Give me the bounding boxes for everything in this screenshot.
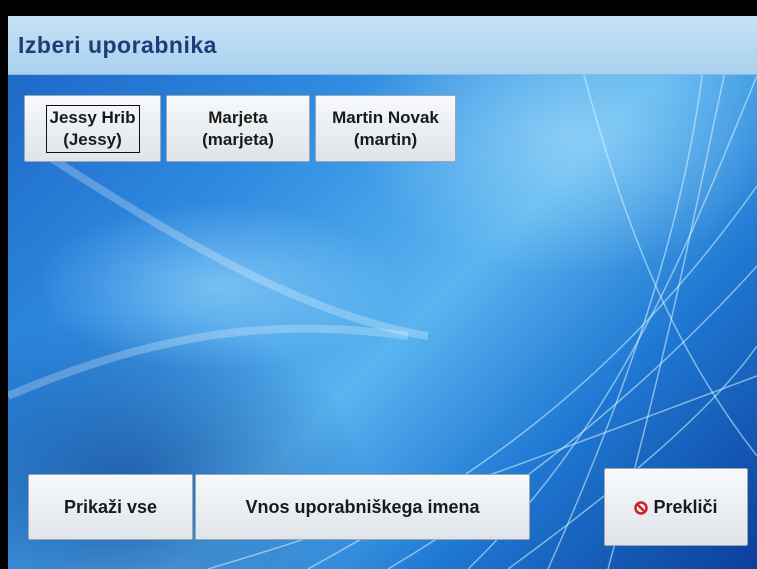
user-label-marjeta: Marjeta (marjeta) [198, 105, 278, 153]
user-name: Jessy Hrib [49, 107, 136, 127]
page-title: Izberi uporabnika [18, 32, 217, 58]
enter-username-button[interactable]: Vnos uporabniškega imena [195, 474, 530, 540]
user-label-jessy: Jessy Hrib (Jessy) [45, 104, 140, 153]
cancel-label: Prekliči [653, 497, 718, 517]
title-bar: Izberi uporabnika [8, 16, 757, 75]
user-name: Martin Novak [332, 107, 439, 127]
user-button-martin[interactable]: Martin Novak (martin) [315, 95, 456, 162]
login-screen: Izberi uporabnika Jessy Hrib (Jessy) Mar… [8, 16, 757, 569]
user-label-martin: Martin Novak (martin) [328, 105, 443, 153]
enter-username-label: Vnos uporabniškega imena [245, 497, 480, 517]
show-all-button[interactable]: Prikaži vse [28, 474, 193, 540]
show-all-label: Prikaži vse [63, 497, 158, 517]
cancel-button[interactable]: Prekliči [604, 468, 748, 546]
no-entry-icon [634, 501, 649, 515]
user-name: Marjeta [208, 107, 268, 127]
user-username: (marjeta) [202, 129, 274, 149]
user-button-marjeta[interactable]: Marjeta (marjeta) [166, 95, 310, 162]
user-username: (Jessy) [63, 129, 122, 149]
user-button-jessy[interactable]: Jessy Hrib (Jessy) [24, 95, 161, 162]
user-username: (martin) [353, 129, 418, 149]
